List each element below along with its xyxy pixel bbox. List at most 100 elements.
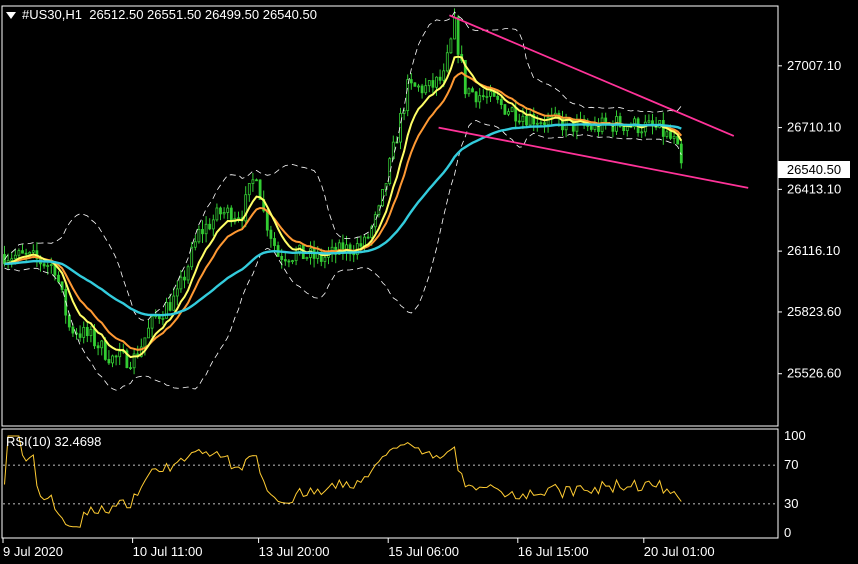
candle-body	[219, 207, 222, 215]
candle-body	[71, 326, 75, 334]
candle-body	[175, 288, 179, 297]
candle-body	[179, 276, 183, 290]
candle-body	[31, 250, 35, 253]
candle-body	[204, 223, 208, 235]
candle-body	[197, 229, 201, 243]
candle-body	[201, 229, 204, 235]
candle-body	[435, 76, 438, 88]
candle-body	[280, 256, 284, 260]
candle-body	[589, 125, 593, 130]
candle-body	[417, 85, 420, 88]
candle-body	[305, 257, 309, 260]
candle-body	[359, 243, 363, 247]
candle-body	[247, 183, 251, 196]
price-tick-label: 27007.10	[787, 58, 841, 73]
rsi-tick-label: 70	[784, 457, 798, 472]
chart-header[interactable]: #US30,H1 26512.50 26551.50 26499.50 2654…	[6, 7, 317, 22]
candle-body	[510, 107, 514, 113]
candle-body	[190, 246, 194, 268]
candle-body	[672, 135, 676, 139]
candle-body	[391, 141, 395, 160]
time-tick-label: 9 Jul 2020	[3, 544, 63, 559]
candle-body	[287, 260, 291, 263]
candle-body	[168, 302, 172, 311]
current-price-tag: 26540.50	[778, 161, 850, 178]
rsi-tick-label: 30	[784, 496, 798, 511]
candle-body	[373, 214, 377, 228]
candle-body	[517, 120, 521, 123]
candle-body	[13, 254, 17, 260]
candle-body	[226, 207, 230, 213]
candle-body	[251, 179, 255, 184]
candle-body	[521, 115, 525, 122]
candle-body	[507, 111, 510, 115]
candle-body	[211, 219, 215, 230]
candle-body	[481, 95, 485, 98]
rsi-tick-label: 0	[784, 525, 791, 540]
candle-body	[366, 236, 370, 239]
candle-body	[489, 91, 492, 97]
candle-body	[546, 116, 550, 126]
candle-body	[453, 16, 456, 40]
candle-body	[424, 85, 428, 94]
candle-body	[535, 122, 539, 125]
candle-body	[283, 259, 287, 262]
candle-body	[49, 264, 53, 266]
chart-canvas: 27007.10 26710.10 26413.10 26116.10 25823.60…	[0, 0, 858, 564]
candle-body	[485, 95, 489, 98]
time-tick-label: 10 Jul 11:00	[133, 544, 203, 559]
time-tick-label: 13 Jul 20:00	[259, 544, 330, 559]
candle-body	[172, 295, 176, 311]
candle-body	[499, 99, 503, 105]
candle-body	[503, 104, 507, 115]
candle-body	[669, 131, 672, 139]
rsi-header: RSI(10) 32.4698	[6, 434, 102, 449]
candle-body	[100, 340, 104, 349]
candle-body	[406, 79, 410, 112]
candle-body	[427, 80, 431, 87]
candle-body	[82, 326, 86, 338]
candle-body	[625, 126, 629, 132]
candle-body	[21, 250, 24, 254]
candle-body	[438, 76, 442, 81]
candle-body	[150, 315, 154, 329]
price-tick-label: 25823.60	[787, 304, 841, 319]
dropdown-triangle-icon[interactable]	[6, 12, 16, 20]
candle-body	[539, 122, 543, 125]
candle-body	[96, 345, 100, 349]
candle-body	[323, 256, 327, 262]
candle-body	[208, 223, 212, 230]
candle-body	[57, 274, 60, 283]
candle-body	[255, 179, 258, 182]
candle-body	[229, 207, 233, 223]
price-tick-label: 26116.10	[787, 243, 840, 258]
candle-body	[46, 265, 50, 267]
candle-body	[42, 263, 46, 267]
candle-body	[237, 217, 240, 220]
candle-body	[543, 122, 546, 126]
candle-body	[409, 79, 413, 84]
price-tick-label: 26710.10	[787, 120, 841, 135]
candle-body	[183, 276, 186, 281]
candle-body	[78, 333, 82, 338]
candle-body	[186, 266, 190, 281]
candle-body	[89, 329, 93, 337]
candle-body	[67, 314, 71, 328]
candle-body	[445, 52, 449, 72]
candle-body	[622, 126, 626, 132]
ohlc-values: 26512.50 26551.50 26499.50 26540.50	[89, 7, 317, 22]
candle-body	[352, 253, 356, 256]
candle-body	[467, 88, 471, 95]
candle-body	[363, 236, 366, 247]
candle-body	[147, 327, 150, 339]
candle-body	[413, 82, 417, 87]
candle-body	[647, 120, 651, 123]
candle-body	[107, 359, 111, 364]
candle-body	[273, 238, 276, 246]
candle-body	[17, 250, 21, 256]
candle-body	[118, 350, 122, 358]
candle-body	[161, 317, 165, 320]
candle-body	[442, 70, 446, 81]
candle-body	[291, 260, 294, 263]
candle-body	[93, 329, 96, 347]
